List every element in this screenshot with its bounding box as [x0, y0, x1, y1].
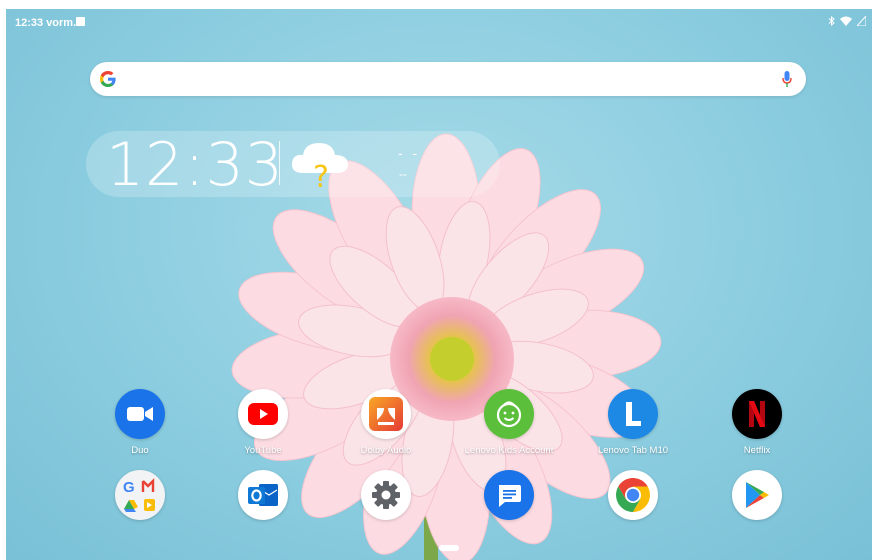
play-store-icon[interactable] — [732, 470, 782, 520]
app-outlook[interactable] — [208, 470, 318, 520]
kid-face-icon[interactable] — [484, 389, 534, 439]
app-settings[interactable] — [331, 470, 441, 520]
google-search-bar[interactable] — [90, 62, 806, 96]
bluetooth-icon — [828, 15, 835, 29]
settings-gear-icon[interactable] — [361, 470, 411, 520]
app-label: Dolby Audio — [360, 445, 412, 456]
app-label: Lenovo Tab M10 — [597, 445, 669, 456]
app-label: Lenovo Kids Account — [464, 445, 554, 456]
status-icons — [828, 14, 867, 29]
app-youtube[interactable]: YouTube — [208, 389, 318, 456]
outlook-icon[interactable] — [238, 470, 288, 520]
home-gesture-bar[interactable] — [439, 545, 459, 551]
status-time: 12:33 vorm. — [15, 17, 77, 29]
weather-location: -- — [399, 167, 407, 181]
app-lenovo-kids-account[interactable]: Lenovo Kids Account — [454, 389, 564, 456]
image-icon — [76, 17, 85, 26]
wifi-icon — [840, 16, 852, 29]
app-lenovo-tab-m10[interactable]: Lenovo Tab M10 — [578, 389, 688, 456]
app-duo[interactable]: Duo — [85, 389, 195, 456]
app-messages[interactable] — [454, 470, 564, 520]
dolby-icon[interactable] — [361, 389, 411, 439]
app-label: YouTube — [244, 445, 282, 456]
app-netflix[interactable]: Netflix — [702, 389, 812, 456]
letter-l-icon[interactable] — [608, 389, 658, 439]
svg-text:G: G — [123, 479, 135, 496]
video-camera-icon[interactable] — [115, 389, 165, 439]
youtube-play-icon[interactable] — [238, 389, 288, 439]
google-folder-icon[interactable]: G — [115, 470, 165, 520]
clock-time[interactable]: 12:33 — [106, 135, 284, 195]
app-label: Duo — [131, 445, 149, 456]
home-screen: 12:33 vorm. 12:33 ? - - -- Duo YouTube D… — [6, 9, 872, 560]
messages-icon[interactable] — [484, 470, 534, 520]
app-play-store[interactable] — [702, 470, 812, 520]
svg-text:?: ? — [313, 160, 329, 191]
mic-icon[interactable] — [782, 70, 792, 88]
app-chrome[interactable] — [578, 470, 688, 520]
netflix-icon[interactable] — [732, 389, 782, 439]
status-bar: 12:33 vorm. — [6, 9, 872, 35]
clock-weather-widget[interactable]: 12:33 ? - - -- — [86, 131, 500, 197]
google-logo-icon — [98, 69, 118, 89]
app-dolby-audio[interactable]: Dolby Audio — [331, 389, 441, 456]
app-google-folder[interactable]: G — [85, 470, 195, 520]
cloud-question-icon[interactable]: ? — [289, 139, 351, 195]
weather-temperature: - - — [398, 145, 421, 161]
chrome-icon[interactable] — [608, 470, 658, 520]
widget-divider — [279, 141, 280, 185]
signal-icon — [855, 14, 867, 29]
app-label: Netflix — [743, 445, 771, 456]
